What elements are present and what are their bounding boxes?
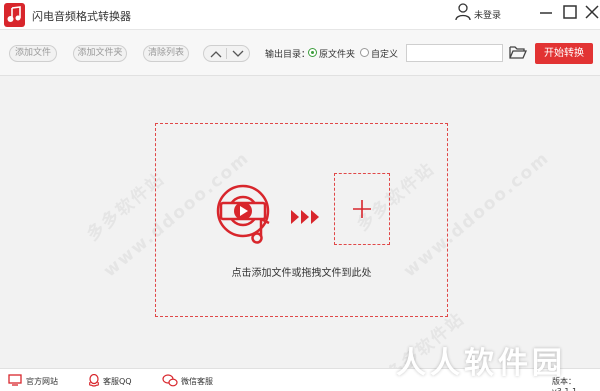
- main-area: 多多软件站 www.ddooo.com 多多软件站 www.ddooo.com …: [0, 76, 600, 385]
- arrow-up-icon[interactable]: [210, 49, 222, 59]
- app-title: 闪电音频格式转换器: [32, 10, 131, 23]
- wechat-support-link[interactable]: 微信客服: [181, 376, 213, 387]
- custom-folder-label[interactable]: 自定义: [371, 47, 398, 60]
- add-file-box[interactable]: [334, 173, 390, 245]
- file-drop-zone[interactable]: 点击添加文件或拖拽文件到此处: [155, 123, 448, 317]
- title-bar: 闪电音频格式转换器 未登录: [0, 0, 600, 30]
- website-link[interactable]: 官方网站: [26, 376, 58, 387]
- add-file-button[interactable]: 添加文件: [9, 45, 57, 62]
- monitor-icon[interactable]: [8, 374, 22, 386]
- custom-folder-radio[interactable]: [360, 48, 369, 57]
- music-disc-icon: [216, 184, 270, 244]
- wechat-icon[interactable]: [162, 374, 178, 387]
- drop-hint-text: 点击添加文件或拖拽文件到此处: [231, 268, 372, 279]
- clear-list-button[interactable]: 清除列表: [143, 45, 189, 62]
- app-logo-icon: [4, 3, 25, 27]
- folder-icon[interactable]: [509, 45, 527, 60]
- start-convert-button[interactable]: 开始转换: [535, 43, 593, 64]
- original-folder-label[interactable]: 原文件夹: [319, 47, 355, 60]
- add-folder-button[interactable]: 添加文件夹: [73, 45, 127, 62]
- output-path-input[interactable]: [406, 44, 503, 62]
- watermark-brand: 人人软件园: [396, 346, 566, 381]
- toolbar: 添加文件 添加文件夹 清除列表 输出目录： 原文件夹 自定义 开始转换: [0, 30, 600, 76]
- close-icon[interactable]: [583, 3, 600, 21]
- maximize-icon[interactable]: [561, 3, 579, 21]
- divider: [226, 48, 227, 59]
- original-folder-radio[interactable]: [308, 48, 317, 57]
- minimize-icon[interactable]: [537, 3, 555, 21]
- reorder-buttons: [203, 45, 250, 62]
- plus-icon[interactable]: [352, 199, 372, 219]
- login-status[interactable]: 未登录: [474, 8, 501, 21]
- qq-icon[interactable]: [88, 374, 100, 387]
- output-directory-label: 输出目录：: [265, 50, 311, 60]
- arrow-down-icon[interactable]: [232, 49, 244, 59]
- qq-support-link[interactable]: 客服QQ: [103, 376, 132, 387]
- chevrons-right-icon: [291, 210, 319, 224]
- user-icon[interactable]: [455, 3, 471, 21]
